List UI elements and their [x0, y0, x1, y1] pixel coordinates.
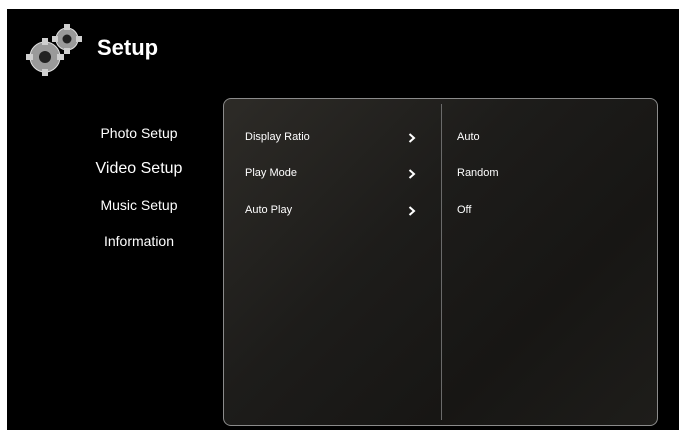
settings-panel: Display Ratio Play Mode Auto Play Auto R…: [223, 98, 658, 426]
header: Setup: [7, 9, 679, 89]
setting-label: Display Ratio: [245, 131, 310, 143]
chevron-right-icon: [408, 169, 416, 179]
nav-item-photo-setup[interactable]: Photo Setup: [57, 115, 221, 151]
nav-item-label: Photo Setup: [100, 125, 178, 141]
chevron-right-icon: [408, 206, 416, 216]
panel-divider: [441, 104, 442, 420]
page-title: Setup: [97, 35, 159, 60]
nav-item-label: Music Setup: [100, 197, 178, 213]
setting-row-display-ratio[interactable]: Display Ratio: [224, 119, 441, 155]
nav-item-music-setup[interactable]: Music Setup: [57, 187, 221, 223]
gears-icon: [26, 24, 82, 76]
setting-row-auto-play[interactable]: Auto Play: [224, 192, 441, 228]
setting-value-play-mode[interactable]: Random: [457, 155, 647, 191]
setting-row-play-mode[interactable]: Play Mode: [224, 155, 441, 191]
nav-item-label: Information: [103, 233, 175, 249]
setting-label: Auto Play: [245, 204, 293, 216]
nav-item-information[interactable]: Information: [57, 223, 221, 259]
setup-nav: Photo Setup Video Setup Music Setup Info…: [57, 115, 221, 259]
setting-value-display-ratio[interactable]: Auto: [457, 119, 647, 155]
setup-screen: Setup Photo Setup Video Setup Music Setu…: [7, 9, 679, 430]
setting-value-auto-play[interactable]: Off: [457, 192, 647, 228]
chevron-right-icon: [408, 133, 416, 143]
nav-item-label: Video Setup: [95, 160, 183, 177]
setting-label: Play Mode: [245, 167, 297, 179]
nav-item-video-setup[interactable]: Video Setup: [57, 151, 221, 187]
